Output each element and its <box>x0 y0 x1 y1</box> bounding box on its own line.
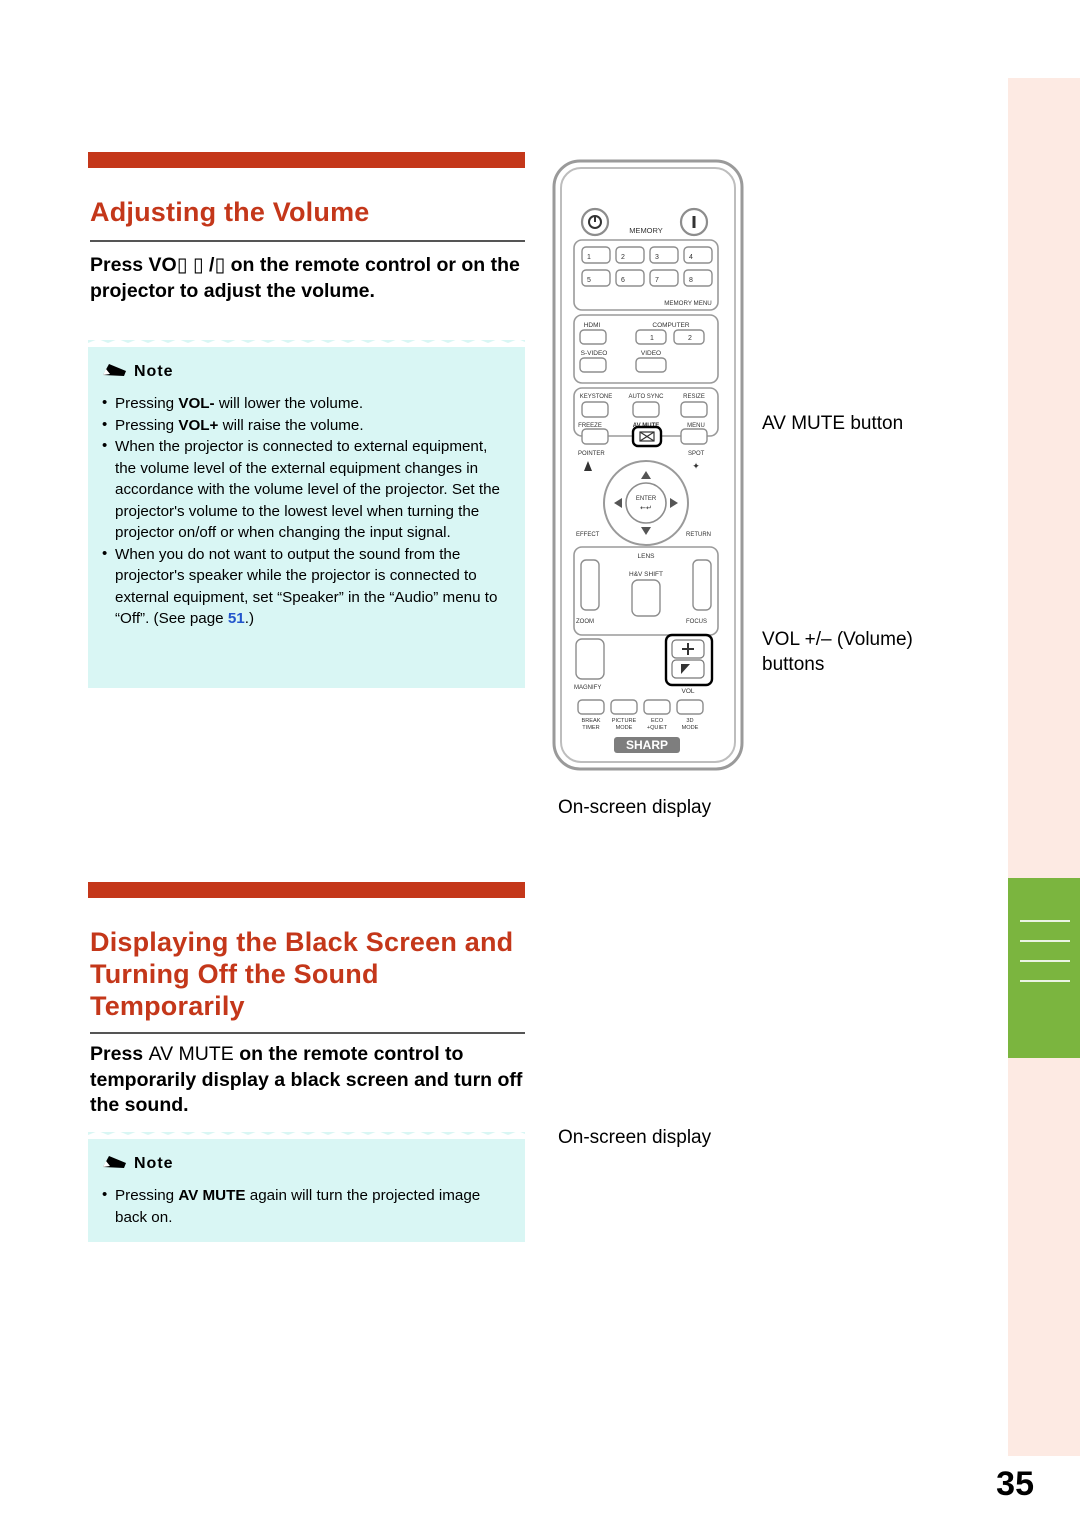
callout-vol-line2: buttons <box>762 654 825 675</box>
svg-text:ZOOM: ZOOM <box>576 619 594 625</box>
note-bullet: When the projector is connected to exter… <box>100 435 500 544</box>
svg-text:VOL: VOL <box>681 688 694 695</box>
section-tab-lines <box>1020 920 1070 1000</box>
note-key-label: VOL- <box>178 395 215 412</box>
svg-text:8: 8 <box>689 277 693 284</box>
svg-text:MEMORY MENU: MEMORY MENU <box>664 300 712 307</box>
svg-text:6: 6 <box>621 277 625 284</box>
note-text: will lower the volume. <box>214 395 364 412</box>
svg-text:MAGNIFY: MAGNIFY <box>574 685 601 691</box>
svg-text:ECO: ECO <box>651 718 664 724</box>
vol-symbol-box-1: ▯ <box>176 253 188 276</box>
divider-2 <box>90 1032 525 1034</box>
note-list-2: Pressing AV MUTE again will turn the pro… <box>100 1184 500 1228</box>
svg-text:MODE: MODE <box>682 725 699 731</box>
svg-text:3D: 3D <box>686 718 693 724</box>
svg-text:5: 5 <box>587 277 591 284</box>
svg-text:LENS: LENS <box>638 553 656 560</box>
note-text: .) <box>244 610 255 627</box>
svg-text:2: 2 <box>688 335 692 342</box>
svg-text:1: 1 <box>587 254 591 261</box>
svg-text:S-VIDEO: S-VIDEO <box>581 350 608 357</box>
svg-text:H&V SHIFT: H&V SHIFT <box>629 571 663 578</box>
svg-text:FREEZE: FREEZE <box>578 423 602 429</box>
svg-text:VIDEO: VIDEO <box>641 350 661 357</box>
svg-text:EFFECT: EFFECT <box>576 532 600 538</box>
note-text: When you do not want to output the sound… <box>115 545 498 628</box>
svg-text:RETURN: RETURN <box>686 532 711 538</box>
svg-text:HDMI: HDMI <box>584 322 601 329</box>
note-text: Pressing <box>115 395 179 412</box>
instruction-text-2-prefix: Press <box>90 1043 149 1065</box>
callout-av-mute-button: AV MUTE button <box>762 413 904 434</box>
svg-text:MENU: MENU <box>687 423 705 429</box>
vol-symbol-box-3: ▯ <box>214 253 226 276</box>
note-text: Pressing <box>115 1187 179 1204</box>
svg-text:MODE: MODE <box>616 725 633 731</box>
right-margin-panel <box>1008 78 1080 1456</box>
remote-control-svg: MEMORY 1 2 3 4 5 6 7 8 MEMORY MENU HDMI COMPUT… <box>552 159 744 771</box>
note-bullet: When you do not want to output the sound… <box>100 543 500 630</box>
note-list-1: Pressing VOL- will lower the volume.Pres… <box>100 392 500 630</box>
instruction-adjust-volume: Press VO▯ ▯ /▯ on the remote control or … <box>90 253 520 302</box>
page-number: 35 <box>996 1465 1034 1503</box>
note-key-label: AV MUTE <box>178 1187 246 1204</box>
remote-control-illustration: MEMORY 1 2 3 4 5 6 7 8 MEMORY MENU HDMI COMPUT… <box>548 155 748 775</box>
note-page-ref[interactable]: 51 <box>228 610 245 627</box>
instruction-text-1: Press VO <box>90 254 177 276</box>
svg-text:+QUIET: +QUIET <box>647 725 668 731</box>
svg-text:ENTER: ENTER <box>636 496 657 502</box>
page-title-black-screen: Displaying the Black Screen and Turning … <box>90 927 514 1021</box>
note-zigzag-top-1 <box>88 339 525 347</box>
svg-text:FOCUS: FOCUS <box>686 619 707 625</box>
note-bullet: Pressing VOL- will lower the volume. <box>100 392 500 415</box>
note-label-2: Note <box>134 1155 174 1172</box>
svg-text:RESIZE: RESIZE <box>683 394 705 400</box>
svg-text:PICTURE: PICTURE <box>612 718 637 724</box>
svg-text:7: 7 <box>655 277 659 284</box>
vol-symbol-box-2: ▯ <box>192 253 204 276</box>
callout-onscreen-display-1: On-screen display <box>558 797 712 818</box>
svg-text:2: 2 <box>621 254 625 261</box>
instruction-av-mute: Press AV MUTE on the remote control to t… <box>90 1042 540 1119</box>
note-text: will raise the volume. <box>218 416 364 434</box>
divider-1 <box>90 240 525 242</box>
pencil-icon <box>103 364 126 376</box>
note-text: Pressing <box>115 416 179 434</box>
svg-text:←↵: ←↵ <box>640 504 652 512</box>
svg-text:✦: ✦ <box>692 462 700 472</box>
svg-text:3: 3 <box>655 254 659 261</box>
page-title-adjusting-volume: Adjusting the Volume <box>90 197 370 227</box>
svg-text:COMPUTER: COMPUTER <box>652 322 690 329</box>
svg-text:SPOT: SPOT <box>688 451 705 457</box>
svg-text:KEYSTONE: KEYSTONE <box>580 394 613 400</box>
svg-text:AUTO SYNC: AUTO SYNC <box>629 394 665 400</box>
svg-text:BREAK: BREAK <box>582 718 601 724</box>
note-bullet: Pressing VOL+ will raise the volume. <box>100 414 500 437</box>
callout-vol-line1: VOL +/– (Volume) <box>762 629 913 650</box>
note-box-2: Note Pressing AV MUTE again will turn th… <box>88 1131 525 1242</box>
note-label-1: Note <box>134 363 174 380</box>
svg-text:SHARP: SHARP <box>626 738 668 752</box>
note-box-1: Note Pressing VOL- will lower the volume… <box>88 339 525 688</box>
section-heading-bar-2 <box>88 882 525 898</box>
svg-text:MEMORY: MEMORY <box>629 226 663 235</box>
note-zigzag-top-2 <box>88 1131 525 1139</box>
svg-text:TIMER: TIMER <box>582 725 599 731</box>
note-key-label: VOL+ <box>178 416 219 434</box>
callout-vol-buttons: VOL +/– (Volume) buttons <box>762 627 962 677</box>
svg-text:POINTER: POINTER <box>578 451 605 457</box>
pencil-icon-2 <box>103 1156 126 1168</box>
svg-text:4: 4 <box>689 254 693 261</box>
svg-text:1: 1 <box>650 335 654 342</box>
instruction-key-av-mute: AV MUTE <box>148 1043 234 1065</box>
note-bullet: Pressing AV MUTE again will turn the pro… <box>100 1184 500 1228</box>
note-text: When the projector is connected to exter… <box>115 438 500 541</box>
section-heading-bar-1 <box>88 152 525 168</box>
callout-onscreen-display-2: On-screen display <box>558 1127 712 1148</box>
